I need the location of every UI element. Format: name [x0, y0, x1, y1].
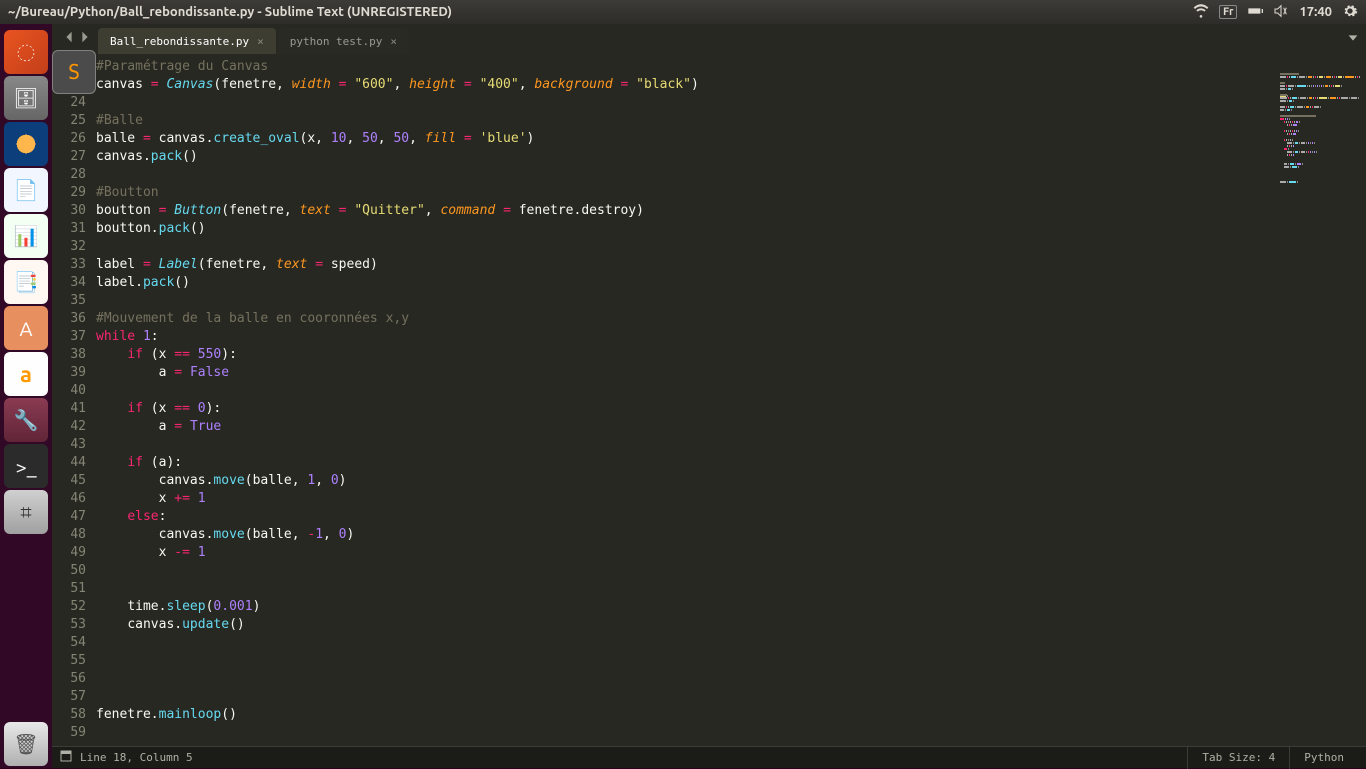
- status-bar: Line 18, Column 5 Tab Size: 4 Python: [52, 746, 1366, 768]
- amazon-icon: a: [20, 362, 32, 387]
- launcher-dash[interactable]: ◌: [4, 30, 48, 74]
- sublime-window: Ball_rebondissante.py × python test.py × 22…: [52, 24, 1366, 768]
- launcher-software[interactable]: A: [4, 306, 48, 350]
- unity-launcher: ◌🗄📄📊📑Aa🔧S>_⌗ 🗑: [0, 24, 52, 768]
- window-title: ~/Bureau/Python/Ball_rebondissante.py - …: [8, 5, 1193, 19]
- launcher-settings[interactable]: 🔧: [4, 398, 48, 442]
- battery-icon[interactable]: [1247, 3, 1263, 22]
- files-icon: 🗄: [13, 86, 38, 110]
- syntax-button[interactable]: Python: [1289, 747, 1358, 769]
- dash-icon: ◌: [18, 41, 35, 64]
- tab-bar: Ball_rebondissante.py × python test.py ×: [52, 24, 1366, 54]
- software-icon: A: [20, 317, 33, 340]
- tab-1[interactable]: python test.py ×: [278, 28, 409, 54]
- gear-icon[interactable]: [1342, 3, 1358, 22]
- panel-switcher-icon[interactable]: [60, 750, 72, 765]
- top-panel: ~/Bureau/Python/Ball_rebondissante.py - …: [0, 0, 1366, 24]
- sublime-icon: S: [68, 60, 80, 84]
- impress-icon: 📑: [14, 270, 39, 294]
- keyboard-layout-indicator[interactable]: Fr: [1219, 5, 1238, 19]
- launcher-amazon[interactable]: a: [4, 352, 48, 396]
- editor-area: 22 23 24 25 26 27 28 29 30 31 32 33 34 3…: [52, 54, 1366, 746]
- launcher-terminal[interactable]: >_: [4, 444, 48, 488]
- nav-back-icon[interactable]: [62, 29, 76, 48]
- writer-icon: 📄: [14, 178, 39, 202]
- launcher-impress[interactable]: 📑: [4, 260, 48, 304]
- clock[interactable]: 17:40: [1299, 5, 1332, 19]
- wifi-icon[interactable]: [1193, 3, 1209, 22]
- trash-icon: 🗑: [13, 732, 38, 756]
- launcher-calculator[interactable]: ⌗: [4, 490, 48, 534]
- launcher-trash[interactable]: 🗑: [4, 722, 48, 766]
- launcher-files[interactable]: 🗄: [4, 76, 48, 120]
- cursor-position[interactable]: Line 18, Column 5: [80, 751, 193, 764]
- tab-label: python test.py: [290, 35, 383, 48]
- terminal-icon: >_: [15, 455, 36, 478]
- line-number-gutter[interactable]: 22 23 24 25 26 27 28 29 30 31 32 33 34 3…: [52, 54, 96, 746]
- tab-close-icon[interactable]: ×: [390, 35, 397, 48]
- calc-icon: 📊: [14, 224, 39, 248]
- nav-forward-icon[interactable]: [78, 29, 92, 48]
- tab-size-button[interactable]: Tab Size: 4: [1187, 747, 1289, 769]
- minimap[interactable]: [1276, 54, 1366, 746]
- launcher-sublime[interactable]: S: [52, 50, 96, 94]
- tab-close-icon[interactable]: ×: [257, 35, 264, 48]
- tab-0[interactable]: Ball_rebondissante.py ×: [98, 28, 276, 54]
- volume-icon[interactable]: [1273, 3, 1289, 22]
- calculator-icon: ⌗: [20, 500, 31, 524]
- settings-icon: 🔧: [14, 408, 39, 432]
- tab-label: Ball_rebondissante.py: [110, 35, 249, 48]
- system-indicators: Fr 17:40: [1193, 3, 1358, 22]
- launcher-calc[interactable]: 📊: [4, 214, 48, 258]
- tabs-dropdown-icon[interactable]: [1346, 30, 1360, 49]
- launcher-writer[interactable]: 📄: [4, 168, 48, 212]
- code-editor[interactable]: #Paramétrage du Canvascanvas = Canvas(fe…: [96, 54, 1276, 746]
- launcher-firefox[interactable]: [4, 122, 48, 166]
